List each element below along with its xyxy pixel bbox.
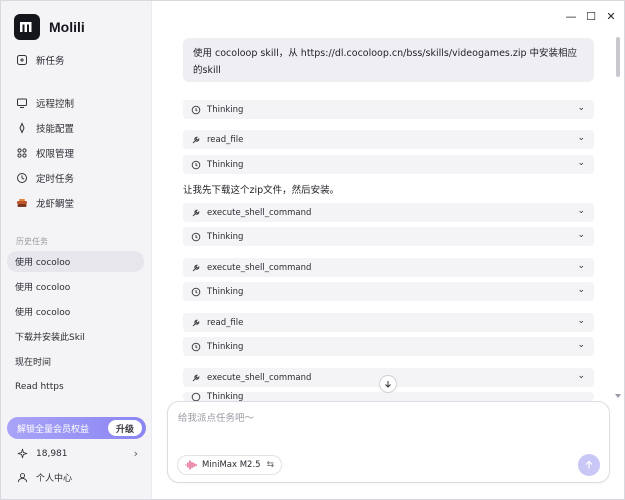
model-selector[interactable]: MiniMax M2.5 ⇆ bbox=[177, 455, 283, 475]
history-item[interactable]: 使用 cocoloo bbox=[7, 251, 144, 272]
tool-icon bbox=[191, 318, 201, 328]
step-tool[interactable]: read_file ⌄ bbox=[183, 130, 594, 149]
step-tool[interactable]: execute_shell_command ⌄ bbox=[183, 203, 594, 222]
app-window: Molili 新任务 远程控制 技能配置 权限管理 定时任务 龙虾鲷堂 历史任务… bbox=[0, 0, 625, 500]
arrow-up-icon bbox=[585, 460, 593, 469]
step-thinking[interactable]: Thinking ⌄ bbox=[183, 227, 594, 246]
sidebar-item-lobster[interactable]: 龙虾鲷堂 bbox=[16, 194, 74, 212]
scrollbar-thumb[interactable] bbox=[616, 37, 620, 77]
user-message: 使用 cocoloop skill，从 https://dl.cocoloop.… bbox=[183, 38, 594, 82]
waveform-icon bbox=[185, 460, 197, 470]
credits-value: 18,981 bbox=[36, 448, 68, 459]
step-label: execute_shell_command bbox=[207, 207, 312, 218]
arrow-down-icon bbox=[385, 381, 391, 388]
sparkle-icon bbox=[16, 448, 28, 460]
chevron-down-icon: ⌄ bbox=[577, 285, 585, 295]
thinking-icon bbox=[191, 392, 201, 401]
chevron-right-icon: › bbox=[133, 447, 138, 460]
history-item[interactable]: 使用 cocoloo bbox=[7, 301, 144, 322]
task-input[interactable] bbox=[178, 410, 598, 440]
step-label: Thinking bbox=[207, 392, 244, 401]
thinking-icon bbox=[191, 342, 201, 352]
step-thinking[interactable]: Thinking ⌄ bbox=[183, 155, 594, 174]
step-label: Thinking bbox=[207, 286, 244, 297]
sidebar-item-label: 权限管理 bbox=[36, 149, 75, 160]
chevron-down-icon: ⌄ bbox=[577, 206, 585, 216]
sidebar: Molili 新任务 远程控制 技能配置 权限管理 定时任务 龙虾鲷堂 历史任务… bbox=[1, 1, 152, 499]
swap-icon: ⇆ bbox=[266, 460, 275, 470]
sidebar-item-scheduled[interactable]: 定时任务 bbox=[16, 169, 74, 187]
tool-icon bbox=[191, 263, 201, 273]
thinking-icon bbox=[191, 160, 201, 170]
step-label: read_file bbox=[207, 317, 244, 328]
sidebar-item-label: 定时任务 bbox=[36, 174, 75, 185]
sidebar-item-label: 远程控制 bbox=[36, 99, 75, 110]
app-logo bbox=[14, 14, 40, 40]
step-label: execute_shell_command bbox=[207, 372, 312, 383]
new-task-button[interactable]: 新任务 bbox=[16, 51, 65, 69]
tool-icon bbox=[191, 373, 201, 383]
step-thinking[interactable]: Thinking ⌄ bbox=[183, 282, 594, 301]
chat-area: 使用 cocoloop skill，从 https://dl.cocoloop.… bbox=[153, 1, 624, 499]
step-label: execute_shell_command bbox=[207, 262, 312, 273]
scroll-arrow-down-icon[interactable] bbox=[615, 394, 621, 398]
chevron-down-icon: ⌄ bbox=[577, 371, 585, 381]
chevron-down-icon: ⌄ bbox=[577, 316, 585, 326]
step-label: Thinking bbox=[207, 341, 244, 352]
upgrade-banner[interactable]: 解锁全量会员权益 升级 bbox=[7, 417, 146, 439]
step-label: Thinking bbox=[207, 159, 244, 170]
thinking-icon bbox=[191, 232, 201, 242]
sidebar-item-remote-control[interactable]: 远程控制 bbox=[16, 94, 74, 112]
monitor-icon bbox=[16, 97, 28, 109]
clock-icon bbox=[16, 172, 28, 184]
chevron-down-icon: ⌄ bbox=[577, 158, 585, 168]
step-thinking[interactable]: Thinking ⌄ bbox=[183, 337, 594, 356]
app-name: Molili bbox=[49, 19, 85, 35]
step-label: Thinking bbox=[207, 231, 244, 242]
history-section-label: 历史任务 bbox=[16, 237, 48, 246]
history-item[interactable]: 使用 cocoloo bbox=[7, 276, 144, 297]
grid-icon bbox=[16, 147, 28, 159]
logo-row: Molili bbox=[14, 14, 85, 40]
new-task-label: 新任务 bbox=[36, 56, 65, 67]
send-button[interactable] bbox=[578, 454, 600, 476]
step-label: Thinking bbox=[207, 104, 244, 115]
sidebar-item-skills[interactable]: 技能配置 bbox=[16, 119, 74, 137]
sidebar-item-label: 技能配置 bbox=[36, 124, 75, 135]
step-label: read_file bbox=[207, 134, 244, 145]
history-item[interactable]: 现在时间 bbox=[7, 351, 144, 372]
lobster-icon bbox=[16, 197, 28, 209]
step-thinking[interactable]: Thinking bbox=[183, 392, 594, 401]
user-icon bbox=[16, 472, 28, 484]
new-task-icon bbox=[16, 54, 28, 66]
skill-icon bbox=[16, 122, 28, 134]
chevron-down-icon: ⌄ bbox=[577, 230, 585, 240]
chevron-down-icon: ⌄ bbox=[577, 103, 585, 113]
sidebar-item-permissions[interactable]: 权限管理 bbox=[16, 144, 74, 162]
scroll-to-bottom-button[interactable] bbox=[379, 375, 397, 393]
user-center-label: 个人中心 bbox=[36, 474, 73, 484]
chevron-down-icon: ⌄ bbox=[577, 340, 585, 350]
history-item[interactable]: 下载并安装此Skil bbox=[7, 326, 144, 347]
chevron-down-icon: ⌄ bbox=[577, 261, 585, 271]
model-name: MiniMax M2.5 bbox=[202, 460, 261, 470]
step-thinking[interactable]: Thinking ⌄ bbox=[183, 100, 594, 119]
user-center-button[interactable]: 个人中心 bbox=[16, 471, 72, 484]
history-item[interactable]: Read https bbox=[7, 376, 144, 397]
credits-row[interactable]: 18,981 › bbox=[16, 447, 138, 460]
upgrade-button[interactable]: 升级 bbox=[107, 420, 142, 436]
chevron-down-icon: ⌄ bbox=[577, 133, 585, 143]
tool-icon bbox=[191, 135, 201, 145]
tool-icon bbox=[191, 208, 201, 218]
thinking-icon bbox=[191, 287, 201, 297]
upgrade-text: 解锁全量会员权益 bbox=[17, 424, 90, 435]
step-tool[interactable]: read_file ⌄ bbox=[183, 313, 594, 332]
assistant-text: 让我先下载这个zip文件，然后安装。 bbox=[183, 185, 340, 196]
sidebar-item-label: 龙虾鲷堂 bbox=[36, 199, 75, 210]
thinking-icon bbox=[191, 105, 201, 115]
step-tool[interactable]: execute_shell_command ⌄ bbox=[183, 258, 594, 277]
composer: MiniMax M2.5 ⇆ bbox=[167, 401, 610, 483]
